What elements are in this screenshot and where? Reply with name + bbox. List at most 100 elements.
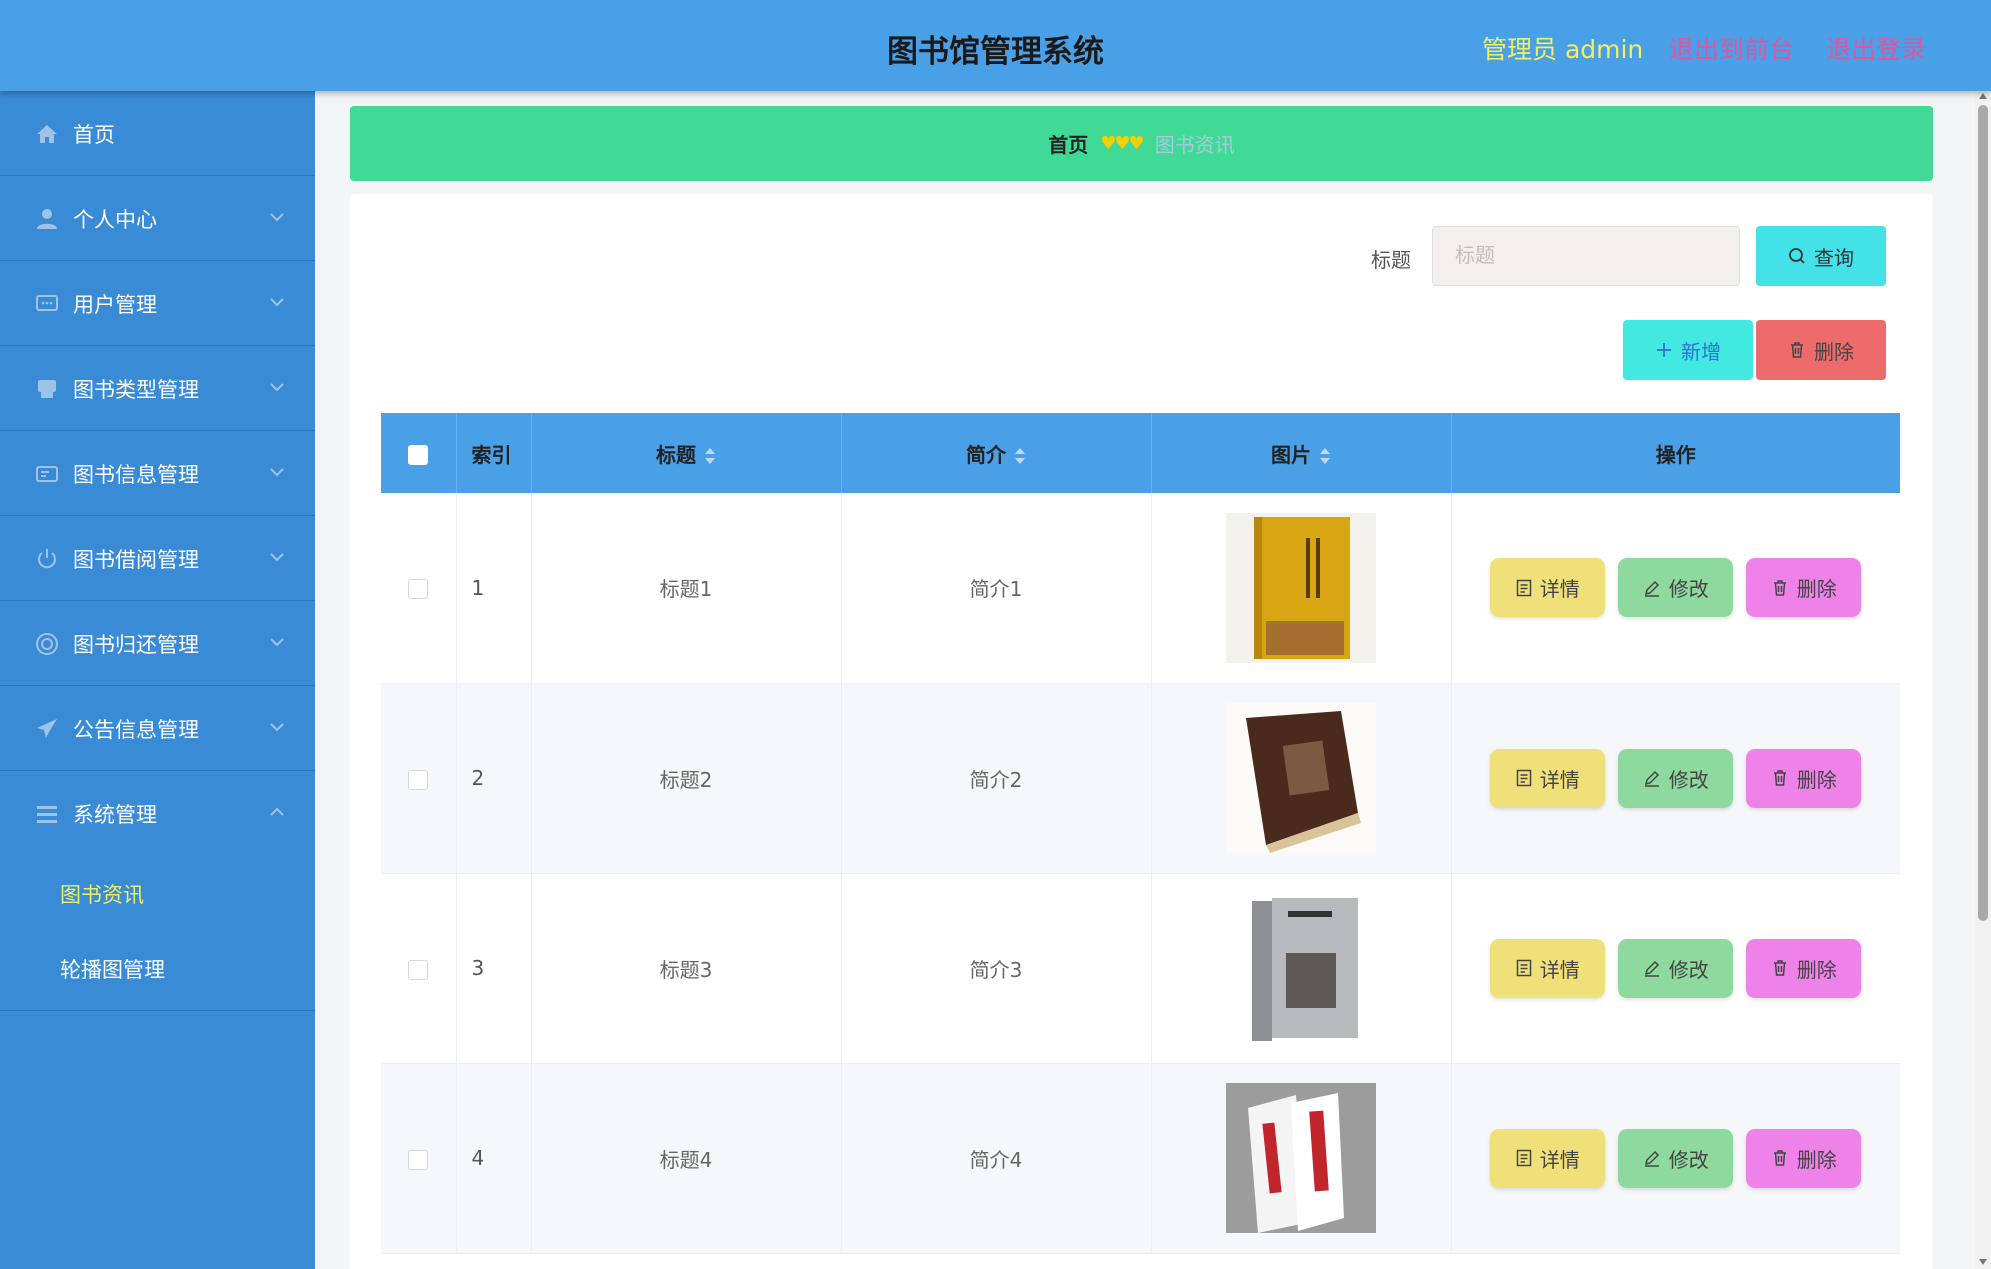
table-row: 2 标题2 简介2 详情 修改 删除	[381, 683, 1900, 874]
book-cover-yellow-image[interactable]	[1226, 512, 1376, 663]
delete-button[interactable]: 删除	[1746, 558, 1862, 618]
detail-button[interactable]: 详情	[1490, 938, 1606, 998]
sidebar-item-label: 图书归还管理	[73, 633, 199, 657]
row-checkbox[interactable]	[408, 1149, 429, 1170]
row-title: 标题4	[531, 1063, 842, 1254]
sidebar-item-book-return-management[interactable]: 图书归还管理	[0, 601, 315, 686]
paper-plane-icon	[37, 719, 57, 738]
submenu-item-book-news[interactable]: 图书资讯	[0, 856, 315, 931]
chevron-down-icon	[270, 468, 284, 477]
sidebar-item-label: 图书类型管理	[73, 378, 199, 402]
detail-button-label: 详情	[1539, 577, 1580, 602]
delete-button[interactable]: 删除	[1746, 938, 1862, 998]
row-checkbox[interactable]	[408, 579, 429, 600]
detail-button[interactable]: 详情	[1490, 1128, 1606, 1188]
header-summary-label: 简介	[966, 442, 1006, 467]
power-icon	[38, 549, 56, 569]
scrollbar-thumb[interactable]	[1978, 105, 1988, 921]
book-news-table: 索引 标题 简介 图片 操作 1 标题1 简介1 详情 修改 删除 2 标题2 …	[381, 413, 1900, 1254]
search-label: 标题	[1371, 248, 1411, 272]
edit-button[interactable]: 修改	[1618, 1128, 1734, 1188]
row-title: 标题2	[531, 683, 842, 874]
row-summary: 简介2	[841, 683, 1152, 874]
row-index: 3	[456, 873, 532, 1064]
sidebar-item-notice-management[interactable]: 公告信息管理	[0, 686, 315, 771]
edit-button[interactable]: 修改	[1618, 938, 1734, 998]
batch-delete-button-label: 删除	[1814, 339, 1854, 364]
edit-pencil-icon	[1644, 960, 1659, 977]
document-icon	[1516, 959, 1531, 977]
user-icon	[37, 209, 57, 229]
row-index: 1	[456, 493, 532, 684]
sidebar-item-system-management[interactable]: 系统管理	[0, 771, 315, 856]
sidebar-item-personal-center[interactable]: 个人中心	[0, 176, 315, 261]
exit-to-front-link[interactable]: 退出到前台	[1669, 30, 1794, 66]
row-index: 2	[456, 683, 532, 874]
trash-icon	[1791, 342, 1803, 358]
trash-icon	[1773, 960, 1786, 976]
edit-button[interactable]: 修改	[1618, 558, 1734, 618]
row-select-cell	[381, 1063, 457, 1254]
breadcrumb: 首页 ♥♥♥ 图书资讯	[350, 106, 1933, 181]
row-image-cell	[1151, 683, 1452, 874]
delete-button[interactable]: 删除	[1746, 748, 1862, 808]
header-image-label: 图片	[1271, 442, 1311, 467]
table-row: 1 标题1 简介1 详情 修改 删除	[381, 493, 1900, 684]
title-search-input[interactable]	[1432, 226, 1740, 286]
detail-button[interactable]: 详情	[1490, 558, 1606, 618]
edit-button-label: 修改	[1668, 1147, 1709, 1172]
book-cover-white-image[interactable]	[1226, 1083, 1376, 1233]
select-all-checkbox[interactable]	[408, 444, 429, 465]
edit-pencil-icon	[1644, 580, 1659, 597]
sidebar-item-home[interactable]: 首页	[0, 91, 315, 176]
document-icon	[1516, 1149, 1531, 1167]
row-checkbox[interactable]	[408, 959, 429, 980]
add-button[interactable]: 新增	[1623, 320, 1753, 380]
sidebar-item-book-type-management[interactable]: 图书类型管理	[0, 346, 315, 431]
table-header-row: 索引 标题 简介 图片 操作	[381, 413, 1900, 493]
delete-button-label: 删除	[1796, 1147, 1837, 1172]
book-cover-leather-image[interactable]	[1226, 703, 1376, 853]
table-row: 3 标题3 简介3 详情 修改 删除	[381, 873, 1900, 1064]
page-scrollbar[interactable]	[1975, 91, 1991, 1269]
sidebar-item-user-management[interactable]: 用户管理	[0, 261, 315, 346]
batch-delete-button[interactable]: 删除	[1756, 320, 1886, 380]
sidebar-item-book-info-management[interactable]: 图书信息管理	[0, 431, 315, 516]
table-row: 4 标题4 简介4 详情 修改 删除	[381, 1063, 1900, 1254]
header-index: 索引	[456, 413, 532, 493]
sort-icon	[1015, 448, 1025, 464]
header-summary[interactable]: 简介	[841, 413, 1152, 493]
home-icon	[37, 125, 57, 143]
logout-link[interactable]: 退出登录	[1826, 30, 1926, 66]
delete-button[interactable]: 删除	[1746, 1128, 1862, 1188]
chevron-down-icon	[270, 383, 284, 392]
query-button[interactable]: 查询	[1756, 226, 1886, 286]
header-image[interactable]: 图片	[1151, 413, 1452, 493]
document-icon	[1516, 769, 1531, 787]
submenu-item-carousel-management[interactable]: 轮播图管理	[0, 931, 315, 1006]
sort-icon	[1320, 448, 1330, 464]
row-actions-cell: 详情 修改 删除	[1451, 493, 1900, 684]
breadcrumb-home[interactable]: 首页	[1048, 129, 1088, 158]
breadcrumb-current: 图书资讯	[1154, 133, 1235, 157]
book-cover-gray-image[interactable]	[1226, 893, 1376, 1043]
printer-icon	[38, 380, 56, 398]
scroll-up-arrow-icon[interactable]	[1978, 91, 1988, 101]
id-card-icon	[36, 466, 58, 482]
chevron-down-icon	[270, 553, 284, 562]
row-title: 标题1	[531, 493, 842, 684]
row-checkbox[interactable]	[408, 769, 429, 790]
row-actions-cell: 详情 修改 删除	[1451, 683, 1900, 874]
chevron-down-icon	[270, 638, 284, 647]
sidebar-item-book-borrow-management[interactable]: 图书借阅管理	[0, 516, 315, 601]
scroll-down-arrow-icon[interactable]	[1978, 1257, 1988, 1267]
sidebar: 首页 个人中心 用户管理 图书类型管理 图书信息管理 图书借阅管理 图书归还管理…	[0, 91, 315, 1269]
detail-button[interactable]: 详情	[1490, 748, 1606, 808]
trash-icon	[1773, 1150, 1786, 1166]
header-title[interactable]: 标题	[531, 413, 842, 493]
edit-button[interactable]: 修改	[1618, 748, 1734, 808]
delete-button-label: 删除	[1796, 767, 1837, 792]
sort-icon	[705, 448, 715, 464]
chevron-down-icon	[270, 298, 284, 307]
sidebar-item-label: 首页	[73, 123, 115, 147]
